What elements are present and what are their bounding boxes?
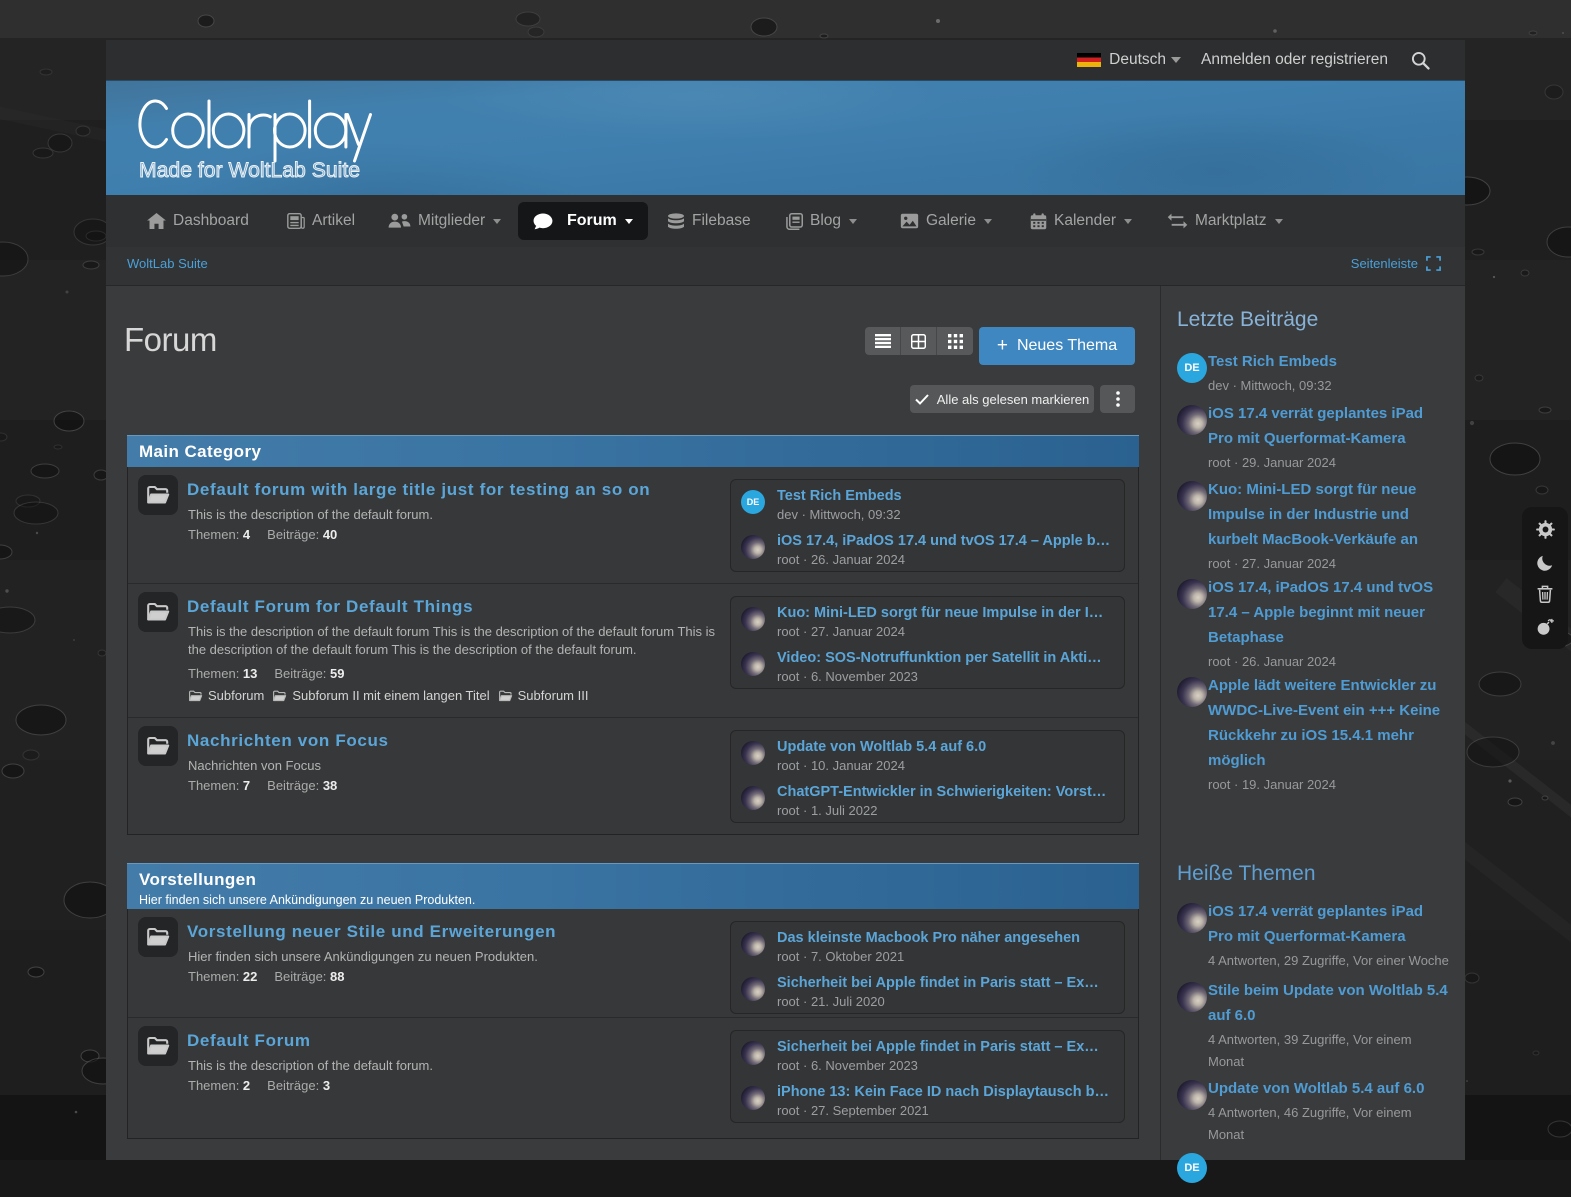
svg-text:Made for WoltLab Suite: Made for WoltLab Suite (139, 158, 360, 182)
